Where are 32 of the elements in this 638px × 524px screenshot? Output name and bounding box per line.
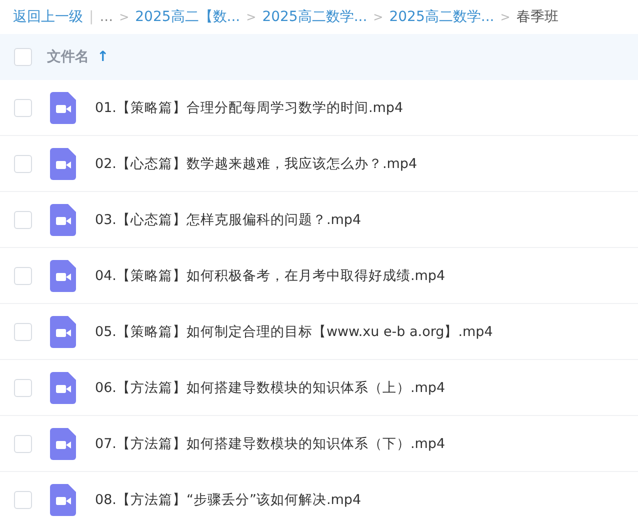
video-file-icon xyxy=(50,372,76,404)
breadcrumb-ellipsis: ... xyxy=(100,9,114,25)
file-name[interactable]: 07.【方法篇】如何搭建导数模块的知识体系（下）.mp4 xyxy=(95,434,446,452)
file-name[interactable]: 02.【心态篇】数学越来越难，我应该怎么办？.mp4 xyxy=(95,154,418,172)
video-file-icon xyxy=(50,428,76,460)
file-name[interactable]: 05.【策略篇】如何制定合理的目标【www.xu e-b a.org】.mp4 xyxy=(95,322,493,340)
breadcrumb-separator: > xyxy=(119,10,130,24)
row-checkbox[interactable] xyxy=(14,154,32,172)
breadcrumb-separator: > xyxy=(373,10,384,24)
file-name[interactable]: 04.【策略篇】如何积极备考，在月考中取得好成绩.mp4 xyxy=(95,266,446,284)
video-file-icon xyxy=(50,316,76,348)
file-name[interactable]: 06.【方法篇】如何搭建导数模块的知识体系（上）.mp4 xyxy=(95,378,446,396)
row-checkbox[interactable] xyxy=(14,434,32,452)
breadcrumb-current: 春季班 xyxy=(516,8,558,26)
file-name[interactable]: 08.【方法篇】“步骤丢分”该如何解决.mp4 xyxy=(95,490,362,508)
video-file-icon xyxy=(50,148,76,180)
breadcrumb-separator: > xyxy=(246,10,256,24)
video-file-icon xyxy=(50,92,76,124)
row-checkbox[interactable] xyxy=(14,266,32,284)
video-file-icon xyxy=(50,260,76,292)
breadcrumb-separator: > xyxy=(500,10,510,24)
file-name[interactable]: 01.【策略篇】合理分配每周学习数学的时间.mp4 xyxy=(95,98,404,116)
row-checkbox[interactable] xyxy=(14,322,32,340)
select-all-checkbox[interactable] xyxy=(14,48,32,66)
row-checkbox[interactable] xyxy=(14,210,32,228)
video-file-icon xyxy=(50,484,76,516)
video-file-icon xyxy=(50,204,76,236)
row-checkbox[interactable] xyxy=(14,490,32,508)
breadcrumb-divider: | xyxy=(89,9,94,25)
row-checkbox[interactable] xyxy=(14,378,32,396)
file-name[interactable]: 03.【心态篇】怎样克服偏科的问题？.mp4 xyxy=(95,210,362,228)
row-checkbox[interactable] xyxy=(14,98,32,116)
